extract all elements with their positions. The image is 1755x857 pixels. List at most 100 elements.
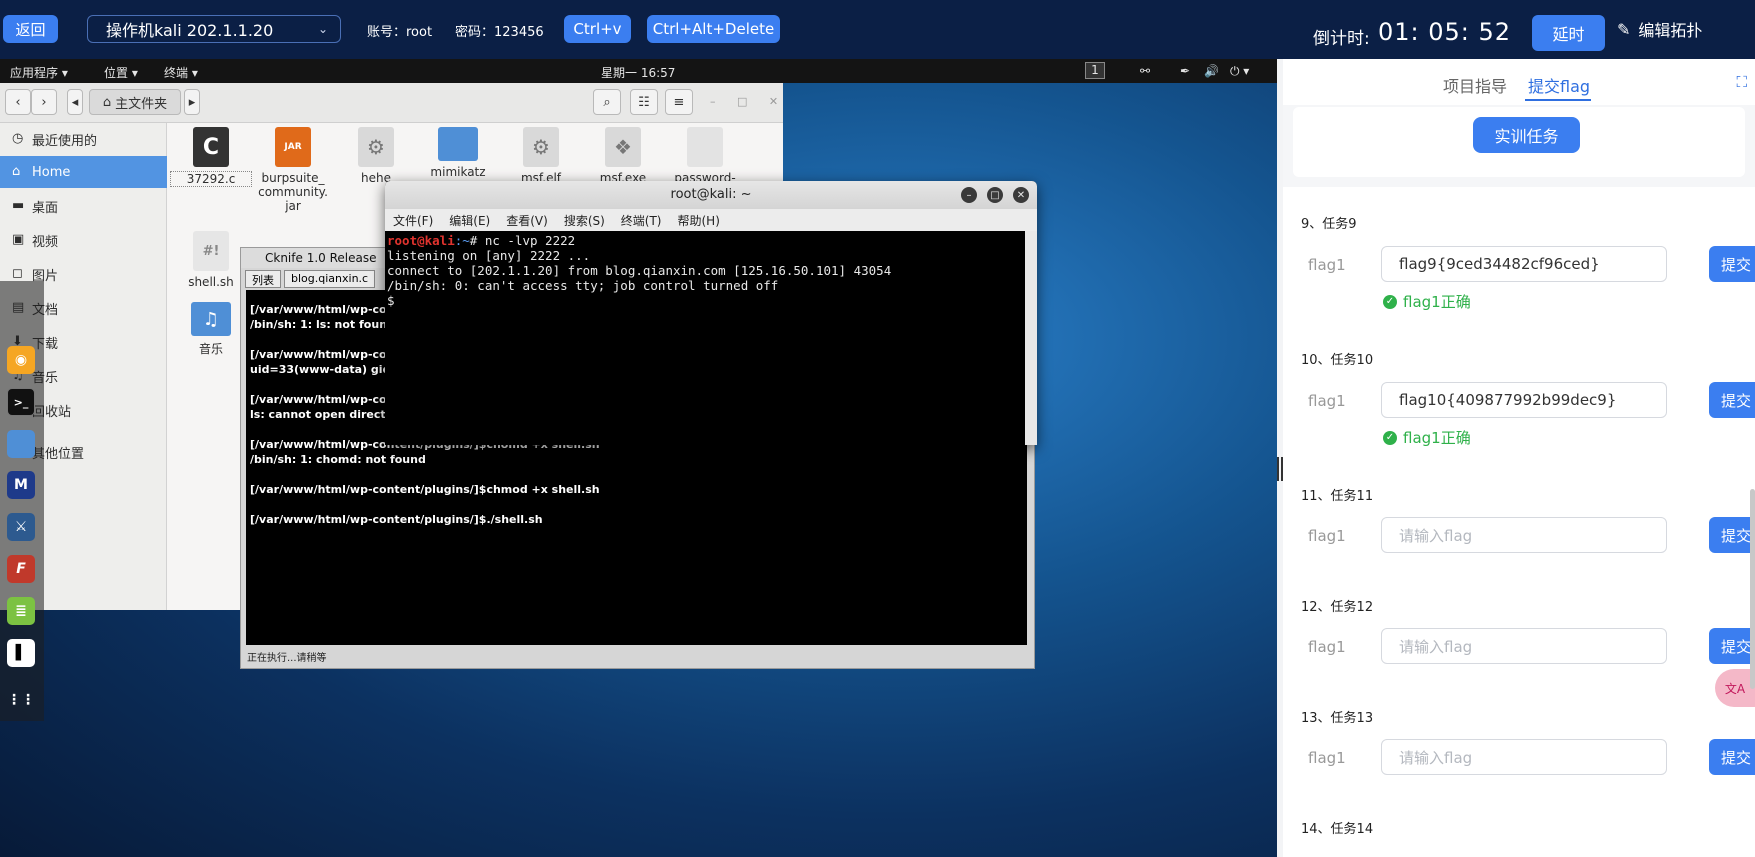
back-button[interactable]: 返回	[3, 15, 58, 43]
file-item[interactable]: C 37292.c	[170, 127, 252, 187]
terminal-line: $	[387, 293, 403, 308]
back-nav-button[interactable]: ‹	[5, 89, 31, 115]
terminal-menu[interactable]: 终端 ▾	[164, 64, 198, 81]
flag-label: flag1	[1308, 392, 1346, 410]
pen-icon[interactable]: ✒	[1180, 64, 1190, 78]
menu-file[interactable]: 文件(F)	[393, 212, 433, 229]
edit-topology-button[interactable]: ✎ 编辑拓扑	[1617, 17, 1702, 41]
faraday-icon[interactable]: F	[7, 555, 35, 583]
top-bar: 返回 操作机kali 202.1.1.20 ⌄ 账号：root 密码：12345…	[0, 0, 1755, 59]
terminal-scrollbar[interactable]	[1025, 231, 1037, 445]
flag-status: ✓ flag1正确	[1383, 291, 1471, 312]
flag-input[interactable]: 请输入flag	[1381, 517, 1667, 553]
terminal-icon[interactable]: >_	[7, 388, 35, 416]
menu-view[interactable]: 查看(V)	[506, 212, 548, 229]
sidebar-item-home[interactable]: ⌂ Home	[0, 156, 167, 188]
flag-input[interactable]: flag9{9ced34482cf96ced}	[1381, 246, 1667, 282]
dock: ◉ >_ M ⚔ F ≣ ▌ ⋮⋮	[0, 281, 44, 721]
path-left-button[interactable]: ◂	[67, 89, 83, 115]
flag-list: 9、任务9 flag1 flag9{9ced34482cf96ced} 提交 ✓…	[1283, 187, 1755, 857]
power-icon[interactable]: ⏻ ▾	[1230, 64, 1249, 79]
ctrl-v-button[interactable]: Ctrl+v	[564, 15, 631, 43]
terminal-window-controls: – □ ✕	[961, 187, 1029, 203]
gnome-top-bar: 应用程序 ▾ 位置 ▾ 终端 ▾ 星期一 16:57 1 ⚯ ✒ 🔊 ⏻ ▾	[0, 59, 1277, 83]
vm-desktop[interactable]: 应用程序 ▾ 位置 ▾ 终端 ▾ 星期一 16:57 1 ⚯ ✒ 🔊 ⏻ ▾ ‹…	[0, 59, 1277, 857]
tab-site[interactable]: blog.qianxin.c	[284, 270, 376, 288]
applications-menu[interactable]: 应用程序 ▾	[10, 64, 68, 81]
path-right-button[interactable]: ▸	[184, 89, 200, 115]
sidebar-item-desktop[interactable]: ▬ 桌面	[0, 190, 167, 222]
path-home-button[interactable]: ⌂ 主文件夹	[89, 89, 181, 115]
show-apps-icon[interactable]: ⋮⋮	[7, 686, 35, 714]
submit-button[interactable]: 提交	[1709, 517, 1755, 553]
menu-terminal[interactable]: 终端(T)	[621, 212, 662, 229]
submit-button[interactable]: 提交	[1709, 628, 1755, 664]
notes-icon[interactable]: ≣	[7, 597, 35, 625]
search-button[interactable]: ⌕	[593, 89, 621, 115]
menu-button[interactable]: ≡	[665, 89, 693, 115]
tab-list[interactable]: 列表	[245, 270, 281, 288]
flag-label: flag1	[1308, 638, 1346, 656]
vm-selector[interactable]: 操作机kali 202.1.1.20 ⌄	[87, 15, 341, 43]
task-title: 9、任务9	[1301, 217, 1357, 232]
window-controls[interactable]: – □ ✕	[710, 95, 778, 108]
task-title: 13、任务13	[1301, 711, 1374, 726]
close-icon[interactable]: ✕	[769, 95, 778, 108]
flag-input[interactable]: 请输入flag	[1381, 628, 1667, 664]
terminal-output[interactable]: root@kali:~# nc -lvp 2222 listening on […	[385, 231, 1025, 445]
terminal-line: connect to [202.1.1.20] from blog.qianxi…	[387, 263, 892, 278]
close-icon[interactable]: ✕	[1013, 187, 1029, 203]
file-item[interactable]: ❖ msf.exe	[582, 127, 664, 185]
clock[interactable]: 星期一 16:57	[601, 64, 675, 81]
console-line: [/var/www/html/wp-content/plugins/]$chmo…	[250, 483, 600, 496]
password-text: 密码：123456	[455, 25, 544, 40]
ctrl-alt-delete-button[interactable]: Ctrl+Alt+Delete	[647, 15, 780, 43]
file-item[interactable]: ⚙ msf.elf	[500, 127, 582, 185]
maximize-icon[interactable]: □	[737, 95, 747, 108]
submit-button[interactable]: 提交	[1709, 739, 1755, 775]
forward-nav-button[interactable]: ›	[31, 89, 57, 115]
countdown-label: 倒计时:	[1313, 29, 1370, 49]
minimize-icon[interactable]: –	[710, 95, 716, 108]
submit-button[interactable]: 提交	[1709, 382, 1755, 418]
menu-help[interactable]: 帮助(H)	[678, 212, 720, 229]
volume-icon[interactable]: 🔊	[1204, 64, 1219, 78]
flag-label: flag1	[1308, 256, 1346, 274]
tab-submit-flag[interactable]: 提交flag	[1528, 73, 1590, 97]
flag-input[interactable]: flag10{409877992b99dec9}	[1381, 382, 1667, 418]
minimize-icon[interactable]: –	[961, 187, 977, 203]
vm-selector-label: 操作机kali 202.1.1.20	[106, 21, 274, 40]
sidebar-item-recent[interactable]: ◷ 最近使用的	[0, 123, 167, 155]
metasploit-icon[interactable]: M	[7, 471, 35, 499]
armitage-icon[interactable]: ⚔	[7, 513, 35, 541]
clock-icon: ◷	[12, 131, 24, 146]
translate-icon[interactable]: 文A	[1715, 669, 1755, 707]
files-icon[interactable]	[7, 430, 35, 458]
panel-scrollbar[interactable]	[1750, 489, 1755, 689]
places-menu[interactable]: 位置 ▾	[104, 64, 138, 81]
workspace-indicator[interactable]: 1	[1085, 62, 1105, 79]
collapse-icon[interactable]: ⛶	[1736, 73, 1747, 91]
list-view-icon: ☷	[638, 94, 650, 110]
file-name: burpsuite_ community. jar	[258, 171, 328, 213]
desktop-icon: ▬	[12, 198, 25, 213]
extend-time-button[interactable]: 延时	[1532, 15, 1605, 51]
network-icon[interactable]: ⚯	[1140, 64, 1150, 78]
file-item[interactable]: JAR burpsuite_ community. jar	[252, 127, 334, 213]
training-task-button[interactable]: 实训任务	[1473, 117, 1580, 153]
maximize-icon[interactable]: □	[987, 187, 1003, 203]
menu-edit[interactable]: 编辑(E)	[449, 212, 490, 229]
firefox-icon[interactable]: ◉	[7, 346, 35, 374]
menu-search[interactable]: 搜索(S)	[564, 212, 605, 229]
file-item[interactable]: ⚙ hehe	[335, 127, 417, 185]
flag-input[interactable]: 请输入flag	[1381, 739, 1667, 775]
file-item[interactable]: mimikatz	[417, 127, 499, 179]
sidebar-item-label: 桌面	[32, 200, 59, 216]
file-item[interactable]: password-	[664, 127, 746, 185]
tab-project-guide[interactable]: 项目指导	[1443, 73, 1507, 97]
sidebar-item-videos[interactable]: ▣ 视频	[0, 224, 167, 256]
submit-button[interactable]: 提交	[1709, 246, 1755, 282]
cknife-icon[interactable]: ▌	[7, 639, 35, 667]
document-icon	[687, 127, 723, 167]
view-toggle-button[interactable]: ☷	[630, 89, 658, 115]
